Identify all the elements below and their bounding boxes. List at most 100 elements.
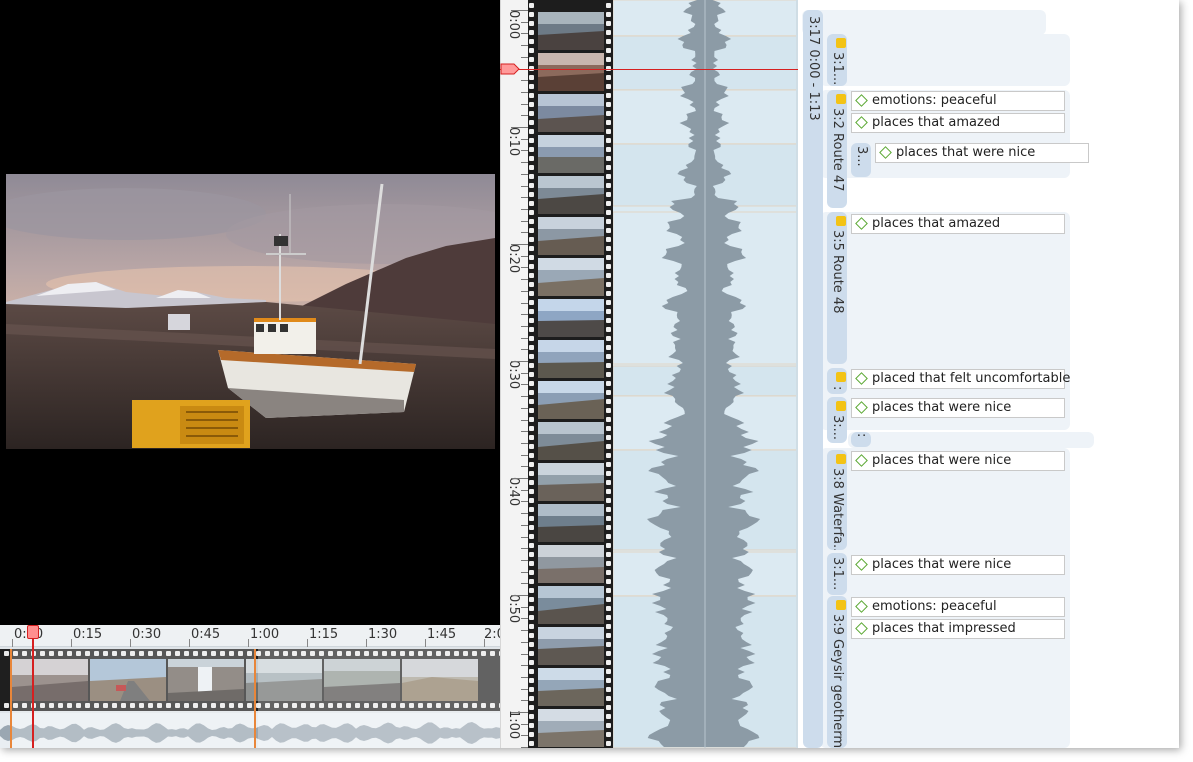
segment-label: 3:8 Waterfa... xyxy=(830,468,845,550)
overview-tick xyxy=(484,639,485,647)
code-tag[interactable]: places that amazed xyxy=(851,113,1065,133)
filmstrip-thumbnail[interactable] xyxy=(538,586,604,624)
overview-tick xyxy=(71,639,72,647)
vertical-playhead[interactable] xyxy=(500,69,798,70)
segment-item[interactable]: : xyxy=(827,368,847,394)
segment-label: 3:1... xyxy=(830,557,845,591)
code-tag[interactable]: places that were nice xyxy=(875,143,1089,163)
filmstrip-thumbnail[interactable] xyxy=(538,463,604,501)
time-ruler-tick xyxy=(511,127,529,128)
code-label: places that were nice xyxy=(872,400,1012,415)
code-label: places that amazed xyxy=(872,216,1001,231)
video-analysis-window: 0:00 0:15 0:30 0:45 1:00 1:15 1:30 1:45 … xyxy=(0,0,1179,748)
overview-playhead-handle[interactable] xyxy=(27,625,39,639)
code-tag[interactable]: placed that felt uncomfortable xyxy=(851,369,1070,389)
overview-selection-range[interactable] xyxy=(10,649,256,748)
vertical-waveform[interactable] xyxy=(612,0,799,748)
segment-item[interactable]: 3... xyxy=(851,143,871,177)
code-tag[interactable]: places that impressed xyxy=(851,619,1065,639)
segment-band xyxy=(820,34,1070,86)
segment-label: : xyxy=(830,386,845,391)
filmstrip-thumbnail[interactable] xyxy=(538,258,604,296)
video-frame[interactable] xyxy=(6,174,495,449)
code-tag[interactable]: places that amazed xyxy=(851,214,1065,234)
filmstrip-thumbnail[interactable] xyxy=(538,627,604,665)
filmstrip-thumbnail[interactable] xyxy=(538,545,604,583)
segment-label: 3:5 Route 48 xyxy=(830,230,845,314)
segment-marker-icon xyxy=(835,372,846,382)
overview-tick xyxy=(130,639,131,647)
segment-item[interactable]: 3:1... xyxy=(827,553,847,595)
overview-tick-label: 0:45 xyxy=(191,627,221,642)
segments-and-codes-panel[interactable]: 3:17 0:00 - 1:13 3:1... 3:2 Route 47 3..… xyxy=(798,0,1179,748)
segment-item[interactable]: 3:5 Route 48 xyxy=(827,212,847,364)
segment-band xyxy=(848,432,1094,448)
code-tag[interactable]: emotions: peaceful xyxy=(851,597,1065,617)
code-label: places that were nice xyxy=(872,453,1012,468)
segment-marker-icon xyxy=(835,600,846,610)
code-label: places that amazed xyxy=(872,115,1001,130)
overview-timeline[interactable]: 0:00 0:15 0:30 0:45 1:00 1:15 1:30 1:45 … xyxy=(0,625,505,748)
vertical-time-ruler[interactable]: 0:00 0:10 0:20 0:30 0:40 0:50 1:00 xyxy=(500,0,529,748)
code-label: places that were nice xyxy=(872,557,1012,572)
code-tag[interactable]: emotions: peaceful xyxy=(851,91,1065,111)
code-label: emotions: peaceful xyxy=(872,599,997,614)
filmstrip-thumbnail[interactable] xyxy=(538,422,604,460)
filmstrip-thumbnail[interactable] xyxy=(538,381,604,419)
filmstrip-thumbnail[interactable] xyxy=(538,53,604,91)
segment-label: 3:... xyxy=(830,415,845,441)
code-tag[interactable]: places that were nice xyxy=(851,451,1065,471)
code-diamond-icon xyxy=(855,454,868,467)
vertical-filmstrip[interactable] xyxy=(528,0,613,748)
segment-item[interactable]: 3:9 Geysir geotherma xyxy=(827,596,847,748)
code-tag[interactable]: places that were nice xyxy=(851,398,1065,418)
video-preview-panel[interactable] xyxy=(0,0,500,625)
code-diamond-icon xyxy=(855,401,868,414)
overview-ruler[interactable]: 0:00 0:15 0:30 0:45 1:00 1:15 1:30 1:45 … xyxy=(0,625,505,647)
overview-tick xyxy=(366,639,367,647)
overview-tick xyxy=(12,639,13,647)
overview-tick-label: 1:30 xyxy=(368,627,398,642)
segment-item[interactable]: 3:2 Route 47 xyxy=(827,90,847,208)
filmstrip-thumbnail[interactable] xyxy=(538,217,604,255)
overview-tick-label: 1:45 xyxy=(427,627,457,642)
overview-tick xyxy=(307,639,308,647)
code-diamond-icon xyxy=(855,372,868,385)
overview-tick-label: 0:30 xyxy=(132,627,162,642)
segment-item[interactable]: : xyxy=(851,432,871,447)
segment-item[interactable]: 3:8 Waterfa... xyxy=(827,450,847,550)
segment-label: 3:2 Route 47 xyxy=(830,108,845,192)
filmstrip-thumbnail[interactable] xyxy=(538,135,604,173)
code-label: places that were nice xyxy=(896,145,1036,160)
time-ruler-tick xyxy=(511,478,529,479)
segment-marker-icon xyxy=(835,38,846,48)
segment-marker-icon xyxy=(835,401,846,411)
code-diamond-icon xyxy=(879,146,892,159)
vertical-playhead-handle[interactable] xyxy=(500,63,520,75)
code-tag[interactable]: places that were nice xyxy=(851,555,1065,575)
filmstrip-thumbnail[interactable] xyxy=(538,299,604,337)
segment-marker-icon xyxy=(835,454,846,464)
filmstrip-thumbnail[interactable] xyxy=(538,340,604,378)
filmstrip-thumbnail[interactable] xyxy=(538,12,604,50)
time-ruler-label: 0:00 xyxy=(506,10,521,40)
filmstrip-thumbnail[interactable] xyxy=(538,709,604,747)
code-diamond-icon xyxy=(855,94,868,107)
overview-tick xyxy=(189,639,190,647)
time-ruler-tick xyxy=(511,595,529,596)
filmstrip-thumbnail[interactable] xyxy=(538,94,604,132)
overview-playhead[interactable] xyxy=(32,625,34,748)
overview-tick xyxy=(425,639,426,647)
code-diamond-icon xyxy=(855,558,868,571)
segment-root[interactable]: 3:17 0:00 - 1:13 xyxy=(803,10,823,748)
filmstrip-thumbnail[interactable] xyxy=(538,668,604,706)
filmstrip-thumbnail[interactable] xyxy=(538,176,604,214)
segment-label: 3:1... xyxy=(830,52,845,86)
filmstrip-thumbnail[interactable] xyxy=(538,504,604,542)
code-label: placed that felt uncomfortable xyxy=(872,371,1071,386)
time-ruler-tick xyxy=(511,712,529,713)
segment-item[interactable]: 3:... xyxy=(827,397,847,443)
segment-item[interactable]: 3:1... xyxy=(827,34,847,86)
time-ruler-label: 0:20 xyxy=(506,244,521,274)
time-ruler-tick xyxy=(511,10,529,11)
